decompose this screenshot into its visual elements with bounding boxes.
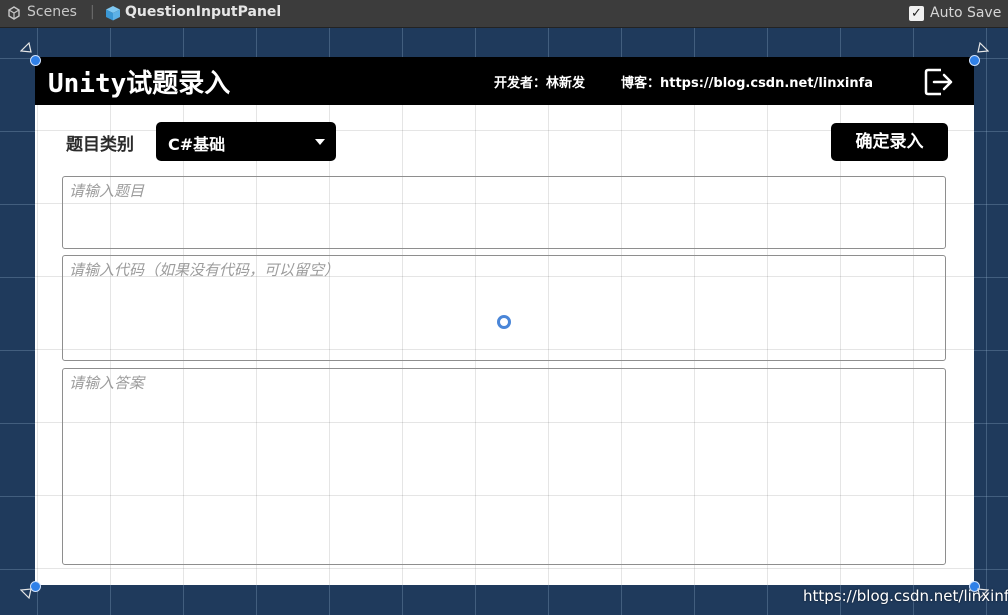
autosave-label: Auto Save: [930, 5, 1002, 21]
code-input[interactable]: 请输入代码（如果没有代码，可以留空）: [62, 255, 946, 361]
question-placeholder: 请输入题目: [69, 182, 145, 200]
blog-label: 博客：https://blog.csdn.net/linxinfa: [621, 76, 874, 91]
category-dropdown[interactable]: C#基础: [156, 122, 336, 161]
dropdown-arrow-icon: [315, 139, 325, 145]
unity-scene-icon: [8, 6, 20, 20]
confirm-submit-button[interactable]: 确定录入: [831, 123, 948, 161]
breadcrumb-separator: |: [90, 4, 95, 20]
question-input[interactable]: 请输入题目: [62, 176, 946, 249]
prefab-cube-icon: [106, 6, 120, 21]
breadcrumb-scenes[interactable]: Scenes: [27, 4, 77, 20]
pivot-handle[interactable]: [497, 315, 511, 329]
rect-handle-top-left[interactable]: [30, 55, 41, 66]
category-dropdown-value: C#基础: [168, 135, 226, 154]
watermark-text: https://blog.csdn.net/linxinfa: [803, 587, 1008, 605]
panel-header: Unity试题录入 开发者：林新发 博客：https://blog.csdn.n…: [35, 57, 974, 105]
panel-title: Unity试题录入: [48, 69, 231, 99]
category-label: 题目类别: [66, 135, 134, 155]
breadcrumb-prefab[interactable]: QuestionInputPanel: [125, 4, 281, 20]
developer-label: 开发者：林新发: [494, 76, 586, 91]
anchor-bottom-left-icon[interactable]: [20, 585, 36, 599]
answer-placeholder: 请输入答案: [69, 374, 145, 392]
prefab-toolbar: Scenes | QuestionInputPanel ✓ Auto Save: [0, 0, 1008, 28]
anchor-top-left-icon[interactable]: [20, 42, 36, 56]
answer-input[interactable]: 请输入答案: [62, 368, 946, 565]
rect-handle-top-right[interactable]: [969, 55, 980, 66]
anchor-top-right-icon[interactable]: [973, 42, 989, 56]
code-placeholder: 请输入代码（如果没有代码，可以留空）: [69, 261, 340, 279]
exit-icon[interactable]: [923, 66, 955, 98]
autosave-checkbox[interactable]: ✓: [909, 6, 924, 21]
